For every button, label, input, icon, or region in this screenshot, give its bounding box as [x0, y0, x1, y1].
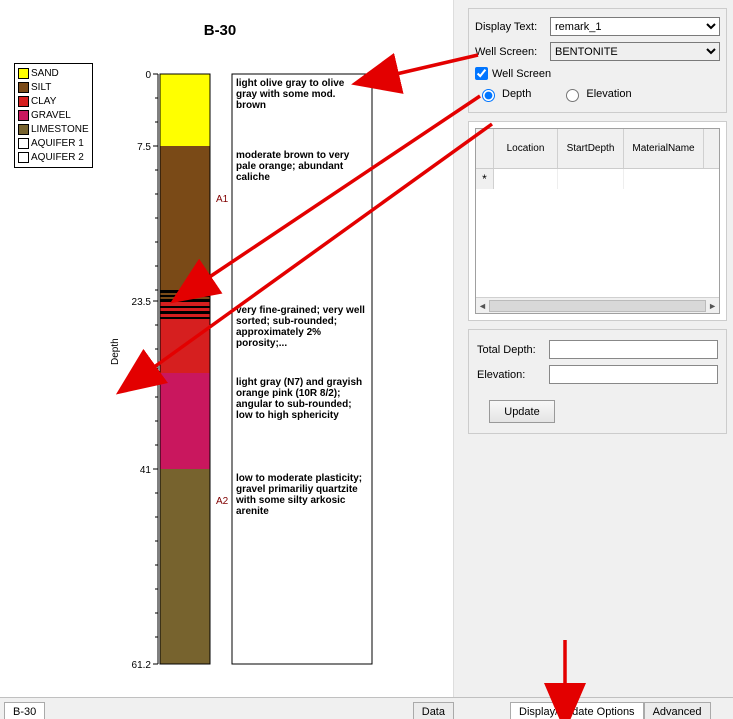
legend-swatch-aquifer2 — [18, 152, 29, 163]
layer-gravel — [160, 373, 210, 469]
col-location[interactable]: Location — [494, 129, 558, 168]
sheet-tab-b30[interactable]: B-30 — [4, 702, 45, 719]
chart-pane: B-30 SAND SILT CLAY GRAVEL LIMESTONE AQU… — [0, 0, 454, 697]
chart-title: B-30 — [0, 22, 440, 39]
tick-7.5: 7.5 — [137, 142, 151, 153]
remark-0: light olive gray to olive gray with some… — [236, 78, 368, 111]
total-depth-label: Total Depth: — [477, 344, 549, 356]
data-grid-group: Location StartDepth MaterialName * ◄ ► — [468, 121, 727, 321]
depth-elevation-group: Total Depth: Elevation: Update — [468, 329, 727, 434]
display-text-select[interactable]: remark_1 — [550, 17, 720, 36]
tick-41: 41 — [140, 465, 152, 476]
remark-1: moderate brown to very pale orange; abun… — [236, 150, 368, 183]
legend-swatch-limestone — [18, 124, 29, 135]
total-depth-input[interactable] — [549, 340, 718, 359]
layer-sand — [160, 74, 210, 146]
aquifer-label-a1: A1 — [216, 194, 229, 205]
legend-swatch-gravel — [18, 110, 29, 121]
layer-limestone — [160, 469, 210, 664]
legend-swatch-clay — [18, 96, 29, 107]
well-screen-label: Well Screen: — [475, 46, 550, 58]
grid-hscroll[interactable]: ◄ ► — [476, 297, 719, 313]
display-options-group: Display Text: remark_1 Well Screen: BENT… — [468, 8, 727, 113]
legend-swatch-silt — [18, 82, 29, 93]
elevation-input[interactable] — [549, 365, 718, 384]
tick-31: 31 — [140, 369, 152, 380]
tab-advanced[interactable]: Advanced — [644, 702, 711, 719]
well-screen-checkbox-label: Well Screen — [492, 68, 551, 80]
aquifer-label-a2: A2 — [216, 496, 229, 507]
well-screen-checkbox[interactable] — [475, 67, 488, 80]
col-materialname[interactable]: MaterialName — [624, 129, 704, 168]
legend-swatch-sand — [18, 68, 29, 79]
legend: SAND SILT CLAY GRAVEL LIMESTONE AQUIFER … — [14, 63, 93, 168]
bottom-tab-strip: B-30 Data Display/Update Options Advance… — [0, 697, 733, 719]
tick-23.5: 23.5 — [132, 297, 152, 308]
well-screen-select[interactable]: BENTONITE — [550, 42, 720, 61]
remark-3: light gray (N7) and grayish orange pink … — [236, 377, 368, 421]
remark-2: very fine-grained; very well sorted; sub… — [236, 305, 368, 349]
elevation-input-label: Elevation: — [477, 369, 549, 381]
elevation-radio[interactable] — [566, 89, 579, 102]
legend-swatch-aquifer1 — [18, 138, 29, 149]
depth-radio[interactable] — [482, 89, 495, 102]
scroll-right-icon[interactable]: ► — [708, 301, 717, 311]
tab-data[interactable]: Data — [413, 702, 454, 719]
remark-4: low to moderate plasticity; gravel prima… — [236, 473, 368, 517]
options-pane: Display Text: remark_1 Well Screen: BENT… — [454, 0, 733, 697]
data-grid[interactable]: Location StartDepth MaterialName * ◄ ► — [475, 128, 720, 314]
update-button[interactable]: Update — [489, 400, 555, 423]
display-text-label: Display Text: — [475, 21, 550, 33]
tick-0: 0 — [145, 70, 151, 81]
col-startdepth[interactable]: StartDepth — [558, 129, 624, 168]
y-axis-label: Depth — [110, 338, 121, 365]
layer-silt — [160, 146, 210, 301]
borehole-chart: 0 7.5 23.5 31 41 61.2 A1 A2 — [128, 54, 448, 694]
scroll-left-icon[interactable]: ◄ — [478, 301, 487, 311]
tick-61.2: 61.2 — [132, 660, 152, 671]
new-row-marker[interactable]: * — [476, 169, 494, 189]
tab-display-update-options[interactable]: Display/Update Options — [510, 702, 644, 719]
